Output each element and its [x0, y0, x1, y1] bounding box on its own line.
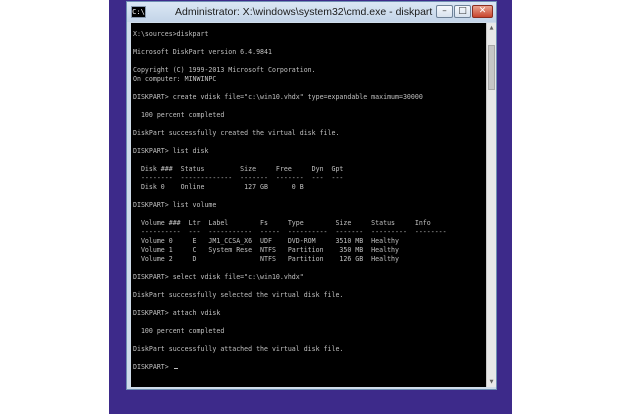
console-line: DiskPart successfully attached the virtu… [133, 345, 344, 353]
window-title: Administrator: X:\windows\system32\cmd.e… [175, 6, 433, 18]
console-line: DISKPART> list disk [133, 147, 209, 155]
console-line: DiskPart successfully selected the virtu… [133, 291, 344, 299]
console-line: Volume 0 E JM1_CCSA_X6 UDF DVD-ROM 3510 … [133, 237, 399, 245]
close-button[interactable]: ✕ [472, 5, 493, 18]
console-line: Volume 2 D NTFS Partition 126 GB Healthy [133, 255, 399, 263]
maximize-button[interactable]: □ [454, 5, 471, 18]
console-line: Volume ### Ltr Label Fs Type Size Status… [133, 219, 431, 227]
scroll-down-arrow-icon[interactable]: ▼ [487, 377, 496, 387]
console-line: Volume 1 C System Rese NTFS Partition 35… [133, 246, 399, 254]
console-line: DISKPART> list volume [133, 201, 217, 209]
console-line: DISKPART> attach vdisk [133, 309, 221, 317]
console-line: 100 percent completed [133, 111, 225, 119]
vertical-scrollbar[interactable]: ▲ ▼ [486, 23, 496, 387]
console-line: On computer: MINWINPC [133, 75, 217, 83]
minimize-button[interactable]: – [436, 5, 453, 18]
console-line: X:\sources>diskpart [133, 30, 209, 38]
console-line: Disk ### Status Size Free Dyn Gpt [133, 165, 344, 173]
console-line: 100 percent completed [133, 327, 225, 335]
scroll-thumb[interactable] [488, 45, 495, 90]
console-line: Disk 0 Online 127 GB 0 B [133, 183, 304, 191]
cmd-prompt-icon[interactable]: C:\ [131, 6, 146, 18]
console-line: ---------- --- ----------- ----- -------… [133, 228, 447, 236]
scroll-up-arrow-icon[interactable]: ▲ [487, 23, 496, 33]
console-line: DISKPART> create vdisk file="c:\win10.vh… [133, 93, 423, 101]
console-output[interactable]: X:\sources>diskpart Microsoft DiskPart ve… [131, 23, 486, 387]
title-bar[interactable]: C:\ Administrator: X:\windows\system32\c… [127, 2, 496, 22]
console-line: Copyright (C) 1999-2013 Microsoft Corpor… [133, 66, 316, 74]
console-line: Microsoft DiskPart version 6.4.9841 [133, 48, 272, 56]
console-line: DiskPart successfully created the virtua… [133, 129, 340, 137]
text-cursor [173, 368, 178, 369]
command-prompt-window[interactable]: C:\ Administrator: X:\windows\system32\c… [126, 1, 497, 390]
console-line: -------- ------------- ------- ------- -… [133, 174, 344, 182]
console-line: DISKPART> select vdisk file="c:\win10.vh… [133, 273, 304, 281]
console-line: DISKPART> [133, 363, 484, 372]
console-lines: X:\sources>diskpart Microsoft DiskPart ve… [133, 30, 484, 372]
